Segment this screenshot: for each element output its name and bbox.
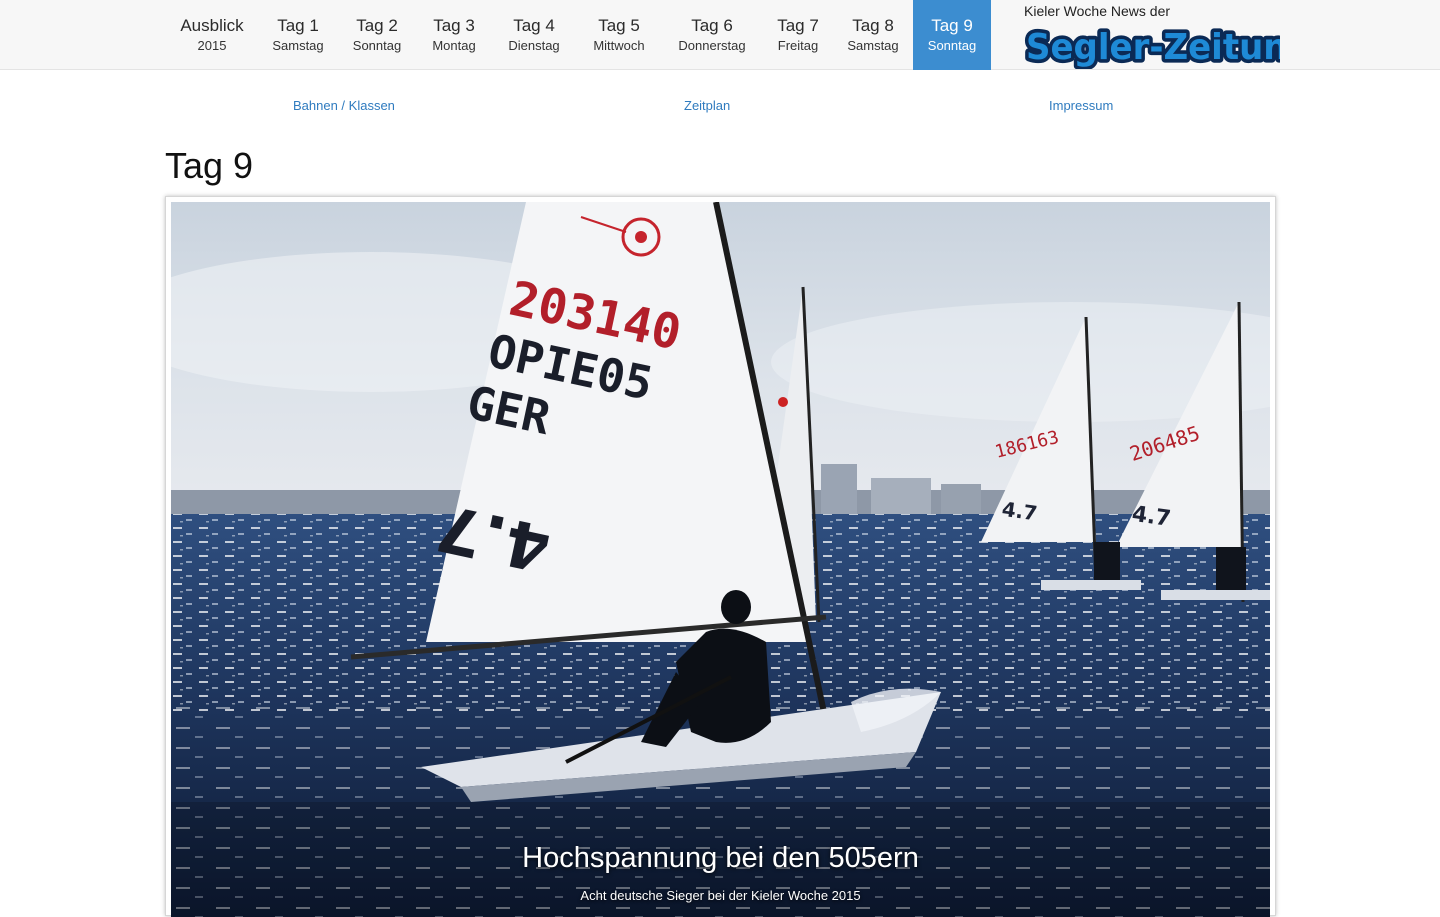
tab-tag-1[interactable]: Tag 1 Samstag <box>262 0 334 70</box>
subnav-impressum-link[interactable]: Impressum <box>1049 98 1113 113</box>
tab-sublabel: Mittwoch <box>593 38 645 53</box>
subnav-zeitplan-link[interactable]: Zeitplan <box>684 98 730 113</box>
page-title: Tag 9 <box>165 145 254 186</box>
tab-sublabel: 2015 <box>197 38 227 53</box>
tab-label: Tag 5 <box>598 16 640 35</box>
segler-zeitung-logo: Segler-Zeitung Segler-Zeitung <box>1022 24 1280 69</box>
tab-sublabel: Freitag <box>777 38 819 53</box>
brand-logo-link[interactable]: Kieler Woche News der Segler-Zeitung Seg… <box>1022 3 1282 69</box>
tab-sublabel: Donnerstag <box>678 38 746 53</box>
tab-label: Tag 6 <box>691 16 733 35</box>
tab-tag-7[interactable]: Tag 7 Freitag <box>766 0 830 70</box>
tab-ausblick[interactable]: Ausblick 2015 <box>170 0 254 70</box>
tab-tag-5[interactable]: Tag 5 Mittwoch <box>580 0 658 70</box>
tab-tag-6[interactable]: Tag 6 Donnerstag <box>666 0 758 70</box>
top-navigation-bar: Ausblick 2015 Tag 1 Samstag Tag 2 Sonnta… <box>0 0 1440 70</box>
hero-headline[interactable]: Hochspannung bei den 505ern <box>171 842 1270 875</box>
tab-label: Tag 3 <box>433 16 475 35</box>
sailing-photo: 206485 4.7 186163 4.7 203140 OPIE05 GER … <box>171 202 1270 917</box>
tab-sublabel: Sonntag <box>927 38 977 53</box>
tab-tag-8[interactable]: Tag 8 Samstag <box>838 0 908 70</box>
tab-label: Tag 1 <box>277 16 319 35</box>
tab-tag-9-active[interactable]: Tag 9 Sonntag <box>913 0 991 70</box>
subnav-bahnen-klassen-link[interactable]: Bahnen / Klassen <box>293 98 395 113</box>
hero-card[interactable]: 206485 4.7 186163 4.7 203140 OPIE05 GER … <box>165 196 1276 917</box>
tab-label: Tag 8 <box>852 16 894 35</box>
tab-tag-4[interactable]: Tag 4 Dienstag <box>496 0 572 70</box>
tab-label: Tag 7 <box>777 16 819 35</box>
tab-sublabel: Samstag <box>847 38 899 53</box>
tab-sublabel: Sonntag <box>352 38 402 53</box>
svg-text:4.7: 4.7 <box>1000 497 1038 526</box>
hero-image[interactable]: 206485 4.7 186163 4.7 203140 OPIE05 GER … <box>171 202 1270 917</box>
tab-label: Tag 4 <box>513 16 555 35</box>
tab-label: Ausblick <box>180 16 244 35</box>
logo-fill: Segler-Zeitung <box>1026 27 1280 68</box>
hero-subline: Acht deutsche Sieger bei der Kieler Woch… <box>580 888 861 903</box>
tab-label: Tag 2 <box>356 16 398 35</box>
tab-sublabel: Montag <box>432 38 476 53</box>
tab-label: Tag 9 <box>931 16 973 35</box>
tab-sublabel: Samstag <box>272 38 324 53</box>
tab-tag-2[interactable]: Tag 2 Sonntag <box>342 0 412 70</box>
tab-sublabel: Dienstag <box>508 38 560 53</box>
tab-tag-3[interactable]: Tag 3 Montag <box>420 0 488 70</box>
